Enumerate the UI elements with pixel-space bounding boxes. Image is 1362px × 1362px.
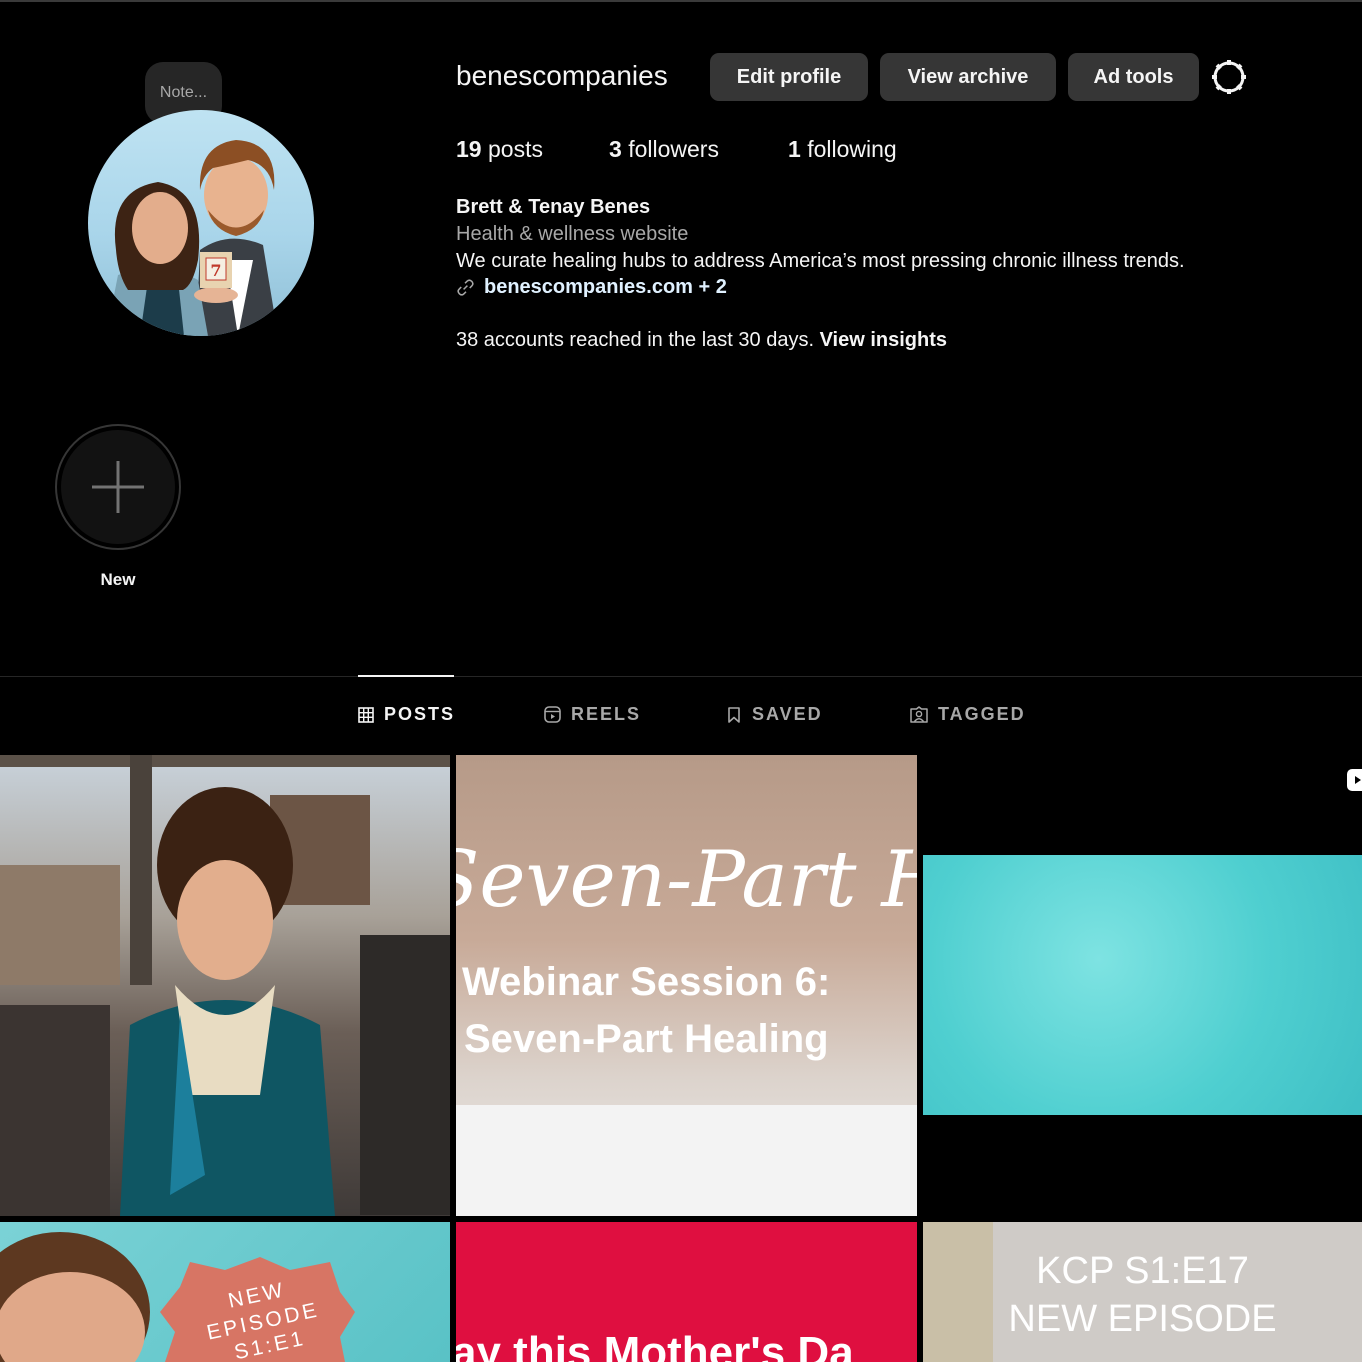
avatar[interactable]: 7: [88, 110, 314, 336]
new-highlight-button[interactable]: [55, 424, 181, 550]
followers-count-value: 3: [609, 136, 622, 162]
post-2-script-title: Seven-Part Heale: [456, 835, 917, 925]
profile-category: Health & wellness website: [456, 223, 689, 245]
tab-reels-label: REELS: [571, 704, 642, 724]
tab-saved[interactable]: SAVED: [726, 704, 823, 725]
settings-gear-icon[interactable]: [1210, 58, 1248, 96]
following-label: following: [807, 136, 897, 162]
ad-tools-button[interactable]: Ad tools: [1068, 53, 1199, 101]
post-6-line1: KCP S1:E17: [1036, 1250, 1249, 1292]
post-tile-1[interactable]: [0, 755, 450, 1216]
following-count-value: 1: [788, 136, 801, 162]
tab-posts-label: POSTS: [384, 704, 456, 724]
tab-reels[interactable]: REELS: [544, 704, 641, 725]
reels-icon: [544, 706, 561, 723]
plus-icon: [92, 461, 144, 513]
avatar-photo: 7: [106, 140, 278, 336]
insights-summary: 38 accounts reached in the last 30 days.…: [456, 329, 947, 352]
post-2-line1: Webinar Session 6:: [462, 960, 831, 1004]
link-icon: [457, 279, 474, 296]
post-tile-5[interactable]: ay this Mother's Da: [456, 1222, 917, 1362]
reel-indicator-icon: [1347, 769, 1362, 791]
note-placeholder: Note...: [159, 84, 208, 101]
post-tile-4[interactable]: NEW EPISODE S1:E1: [0, 1222, 450, 1362]
followers-link[interactable]: 3 followers: [609, 136, 719, 163]
edit-profile-button[interactable]: Edit profile: [710, 53, 868, 101]
profile-full-name: Brett & Tenay Benes: [456, 196, 651, 218]
tab-tagged[interactable]: TAGGED: [910, 704, 1026, 725]
tagged-icon: [910, 706, 928, 723]
svg-text:7: 7: [210, 261, 221, 280]
post-2-table-surface: [456, 1105, 917, 1216]
new-highlight-label: New: [100, 570, 136, 589]
followers-label: followers: [628, 136, 719, 162]
posts-count-value: 19: [456, 136, 482, 162]
profile-username: benescompanies: [456, 60, 668, 91]
tab-saved-label: SAVED: [752, 704, 823, 724]
following-link[interactable]: 1 following: [788, 136, 897, 163]
tab-tagged-label: TAGGED: [938, 704, 1026, 724]
posts-count: 19 posts: [456, 136, 543, 163]
bookmark-icon: [728, 706, 740, 723]
profile-bio: We curate healing hubs to address Americ…: [456, 250, 1185, 272]
profile-link[interactable]: benescompanies.com + 2: [456, 276, 727, 299]
post-6-line2: NEW EPISODE: [1008, 1298, 1277, 1340]
post-5-text: ay this Mother's Da: [456, 1328, 854, 1362]
active-tab-indicator: [358, 675, 454, 677]
posts-count-label: posts: [487, 136, 543, 162]
post-3-sparkle-video: [923, 855, 1362, 1115]
tabs-divider: [0, 676, 1362, 677]
window-top-border: [0, 0, 1362, 2]
post-tile-6[interactable]: KCP S1:E17 NEW EPISODE: [923, 1222, 1362, 1362]
profile-link-text[interactable]: benescompanies.com + 2: [484, 276, 727, 299]
post-photo-woman-outdoors: [0, 755, 450, 1216]
grid-icon: [358, 706, 374, 723]
tab-posts[interactable]: POSTS: [358, 704, 455, 725]
view-insights-link[interactable]: View insights: [820, 329, 947, 351]
view-archive-button[interactable]: View archive: [880, 53, 1056, 101]
post-tile-2[interactable]: Seven-Part Heale Webinar Session 6: Seve…: [456, 755, 917, 1216]
insights-text: 38 accounts reached in the last 30 days.: [456, 329, 815, 351]
post-tile-3[interactable]: [923, 755, 1362, 1216]
post-2-line2: Seven-Part Healing: [464, 1017, 829, 1061]
